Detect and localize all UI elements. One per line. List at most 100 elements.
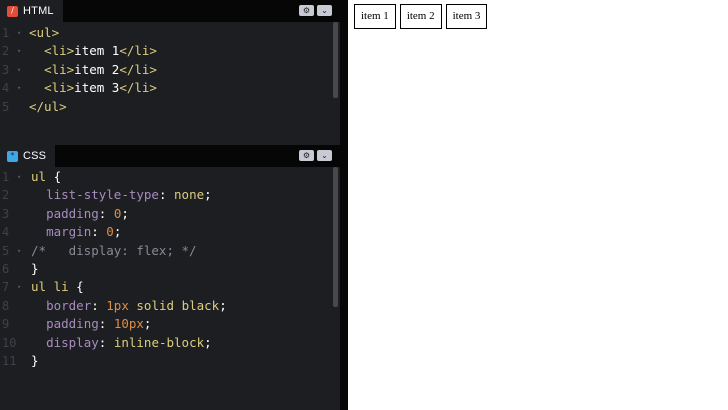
code-token: item 2 [74, 61, 120, 77]
code-line[interactable]: 11} [0, 352, 340, 370]
code-token: : [98, 334, 114, 350]
html-pane-controls: ⚙ ⌄ [299, 5, 332, 16]
code-token: item 1 [74, 43, 120, 59]
code-token: border [46, 297, 92, 313]
code-text: display: inline-block; [31, 334, 212, 352]
code-line[interactable]: 3 padding: 0; [0, 205, 340, 223]
code-line[interactable]: 6} [0, 260, 340, 278]
css-tab[interactable]: * CSS [0, 145, 56, 167]
code-token: solid [136, 297, 175, 313]
code-line[interactable]: 4 margin: 0; [0, 223, 340, 241]
code-token: 10px [113, 316, 144, 332]
code-line[interactable]: 9 padding: 10px; [0, 315, 340, 333]
html-code-editor[interactable]: 1 ▾ <ul> 2 ▾ <li>item 1</li> 3 ▾ <li>item 2</l… [0, 24, 340, 116]
line-number: 1 [2, 170, 10, 184]
line-number: 10 [2, 335, 17, 350]
code-line[interactable]: 5 </ul> [0, 98, 340, 116]
list-item: item 3 [445, 4, 488, 29]
code-line[interactable]: 5 ▾ /* display: flex; */ [0, 242, 340, 260]
code-text: } [31, 352, 39, 370]
code-line[interactable]: 1 ▾ ul { [0, 168, 340, 186]
list-item: item 2 [399, 4, 442, 29]
code-token: ; [143, 316, 152, 332]
code-token: : [98, 316, 114, 332]
css-code-editor[interactable]: 1 ▾ ul {2 list-style-type: none; 3 padding:… [0, 168, 340, 370]
code-line[interactable]: 10 display: inline-block; [0, 334, 340, 352]
code-line[interactable]: 7 ▾ ul li { [0, 278, 340, 296]
code-line[interactable]: 1 ▾ <ul> [0, 24, 340, 42]
line-number: 5 [2, 243, 10, 258]
code-token: ; [204, 334, 212, 350]
code-line[interactable]: 3 ▾ <li>item 2</li> [0, 61, 340, 79]
fold-toggle-icon[interactable]: ▾ [17, 79, 21, 97]
code-token: ul [31, 169, 54, 184]
code-text: padding: 10px; [31, 315, 151, 333]
fold-toggle-icon[interactable]: ▾ [17, 242, 21, 260]
html-tab-label: HTML [23, 5, 54, 17]
code-line[interactable]: 4 ▾ <li>item 3</li> [0, 79, 340, 97]
code-line[interactable]: 2 list-style-type: none; [0, 186, 340, 204]
code-token: ; [204, 187, 212, 203]
code-token: { [53, 169, 62, 184]
code-text: margin: 0; [31, 223, 121, 241]
fold-toggle-icon[interactable]: ▾ [17, 168, 21, 186]
preview-list: item 1 item 2 item 3 [354, 4, 491, 29]
html-pane-header: / HTML ⚙ ⌄ [0, 0, 340, 22]
code-token: 1px [106, 297, 129, 313]
code-line[interactable]: 2 ▾ <li>item 1</li> [0, 42, 340, 60]
code-text: ul { [31, 168, 61, 186]
gear-icon[interactable]: ⚙ [299, 5, 314, 16]
code-text: list-style-type: none; [31, 186, 212, 204]
fold-toggle-icon[interactable]: ▾ [17, 24, 21, 42]
code-token: ; [121, 205, 129, 221]
line-number: 2 [2, 188, 10, 203]
code-token: ul li [31, 279, 77, 295]
line-number: 1 [2, 26, 10, 40]
code-text: /* display: flex; */ [31, 242, 197, 260]
line-number: 4 [2, 225, 10, 240]
chevron-down-icon[interactable]: ⌄ [317, 150, 332, 161]
line-number: 11 [2, 353, 17, 368]
code-line[interactable]: 8 border: 1px solid black; [0, 297, 340, 315]
code-token: none [174, 187, 205, 203]
line-number: 7 [2, 280, 10, 295]
gear-icon[interactable]: ⚙ [299, 150, 314, 161]
editor-column: / HTML ⚙ ⌄ 1 ▾ <ul> 2 ▾ <li>item 1</li> 3 ▾ <l… [0, 0, 348, 410]
code-token: black [181, 297, 220, 313]
code-text: <li>item 1</li> [29, 42, 157, 60]
code-token: ; [219, 297, 227, 313]
chevron-down-icon[interactable]: ⌄ [317, 5, 332, 16]
code-token: { [76, 279, 84, 295]
fold-toggle-icon[interactable]: ▾ [17, 42, 21, 60]
line-number: 9 [2, 317, 10, 332]
code-token: } [31, 352, 39, 368]
list-item: item 1 [354, 4, 396, 29]
pane-resize-handle[interactable] [340, 0, 348, 410]
code-token: </ul> [29, 98, 67, 114]
code-token: padding [46, 205, 99, 221]
result-preview: item 1 item 2 item 3 [348, 0, 728, 410]
code-text: <ul> [29, 24, 59, 42]
css-editor-scrollbar[interactable] [333, 167, 338, 307]
code-token: item 3 [74, 80, 120, 96]
code-token: : [98, 205, 114, 221]
html-tab[interactable]: / HTML [0, 0, 63, 22]
css-tab-label: CSS [23, 150, 47, 162]
html-editor-scrollbar[interactable] [333, 22, 338, 98]
code-token: margin [46, 224, 92, 240]
code-token: </li> [119, 43, 157, 59]
code-text: <li>item 3</li> [29, 79, 157, 97]
fold-toggle-icon[interactable]: ▾ [17, 61, 21, 79]
line-number: 3 [2, 62, 10, 77]
fold-toggle-icon[interactable]: ▾ [17, 278, 21, 296]
code-token: : [91, 224, 107, 240]
line-number: 4 [2, 81, 10, 96]
